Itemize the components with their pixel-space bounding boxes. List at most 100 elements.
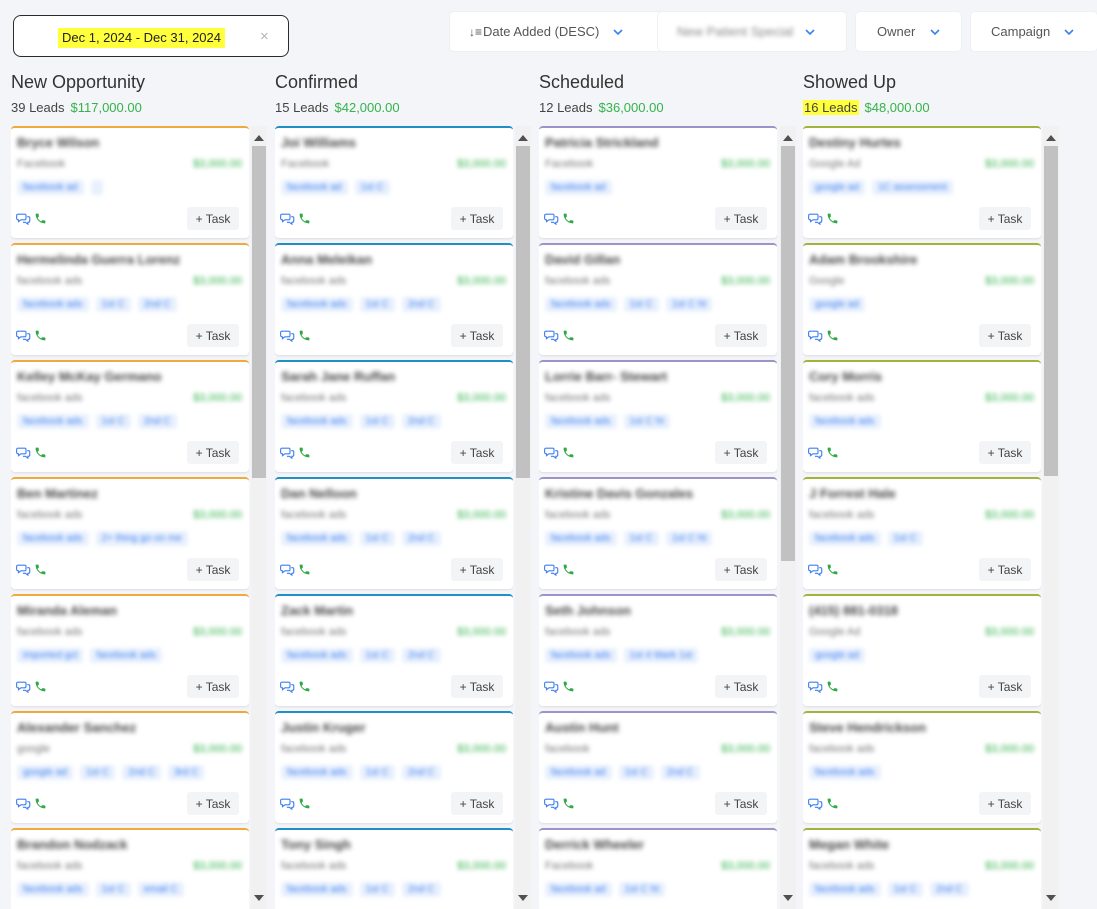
conversation-icon[interactable] <box>808 329 823 347</box>
opportunity-card[interactable]: Zack Martin facebook ads $3,000.00 facebook… <box>275 594 513 706</box>
opportunity-card[interactable]: Austin Hunt facebook $3,000.00 facebook ad 1… <box>539 711 777 823</box>
opportunity-card[interactable]: Kristine Davis Gonzales facebook ads $3,00… <box>539 477 777 589</box>
conversation-icon[interactable] <box>808 797 823 815</box>
card-list-confirmed[interactable]: Joi Williams Facebook $3,000.00 facebook ad… <box>275 126 513 909</box>
conversation-icon[interactable] <box>16 680 31 698</box>
contact-name[interactable]: Derrick Wheeler <box>545 837 644 852</box>
conversation-icon[interactable] <box>808 212 823 230</box>
scroll-up-icon[interactable] <box>518 135 528 141</box>
opportunity-card[interactable]: Brandon Nodzack facebook ads $3,000.00 face… <box>11 828 249 909</box>
contact-name[interactable]: Megan White <box>809 837 889 852</box>
contact-name[interactable]: Zack Martin <box>281 603 353 618</box>
conversation-icon[interactable] <box>808 563 823 581</box>
contact-name[interactable]: Kristine Davis Gonzales <box>545 486 693 501</box>
scroll-down-icon[interactable] <box>1046 895 1056 901</box>
conversation-icon[interactable] <box>280 797 295 815</box>
phone-icon[interactable] <box>826 680 839 698</box>
contact-name[interactable]: Cory Morris <box>809 369 882 384</box>
contact-name[interactable]: Hermelinda Guerra Lorenz <box>17 252 180 267</box>
phone-icon[interactable] <box>34 329 47 347</box>
add-task-button[interactable]: + Task <box>979 675 1031 698</box>
opportunity-card[interactable]: Patricia Strickland Facebook $3,000.00 face… <box>539 126 777 238</box>
opportunity-card[interactable]: Anna Meleikan facebook ads $3,000.00 facebo… <box>275 243 513 355</box>
contact-name[interactable]: Steve Hendrickson <box>809 720 926 735</box>
phone-icon[interactable] <box>562 329 575 347</box>
campaign-dropdown[interactable]: Campaign <box>971 12 1097 51</box>
contact-name[interactable]: Adam Brookshire <box>809 252 917 267</box>
conversation-icon[interactable] <box>16 212 31 230</box>
opportunity-card[interactable]: Lorrie Barr- Stewart facebook ads $3,000.0… <box>539 360 777 472</box>
phone-icon[interactable] <box>826 212 839 230</box>
opportunity-card[interactable]: Sarah Jane Ruffan facebook ads $3,000.00 fa… <box>275 360 513 472</box>
conversation-icon[interactable] <box>280 680 295 698</box>
add-task-button[interactable]: + Task <box>451 324 503 347</box>
column-scrollbar[interactable] <box>1043 126 1059 909</box>
conversation-icon[interactable] <box>280 446 295 464</box>
opportunity-card[interactable]: Megan White facebook ads $3,000.00 facebook… <box>803 828 1041 909</box>
add-task-button[interactable]: + Task <box>187 324 239 347</box>
column-scrollbar[interactable] <box>251 126 267 909</box>
opportunity-card[interactable]: Destiny Hurtes Google Ad $3,000.00 google a… <box>803 126 1041 238</box>
add-task-button[interactable]: + Task <box>187 675 239 698</box>
contact-name[interactable]: Destiny Hurtes <box>809 135 901 150</box>
contact-name[interactable]: Sarah Jane Ruffan <box>281 369 395 384</box>
phone-icon[interactable] <box>34 680 47 698</box>
add-task-button[interactable]: + Task <box>187 441 239 464</box>
phone-icon[interactable] <box>34 797 47 815</box>
opportunity-card[interactable]: Kelley McKay Germano facebook ads $3,000.0… <box>11 360 249 472</box>
opportunity-card[interactable]: Bryce Wilson Facebook $3,000.00 facebook ad… <box>11 126 249 238</box>
contact-name[interactable]: Dan Nelloon <box>281 486 357 501</box>
add-task-button[interactable]: + Task <box>715 675 767 698</box>
add-task-button[interactable]: + Task <box>715 207 767 230</box>
phone-icon[interactable] <box>298 680 311 698</box>
opportunity-card[interactable]: Joi Williams Facebook $3,000.00 facebook ad… <box>275 126 513 238</box>
opportunity-card[interactable]: David Gillan facebook ads $3,000.00 faceboo… <box>539 243 777 355</box>
contact-name[interactable]: (415) 881-0318 <box>809 603 898 618</box>
contact-name[interactable]: Patricia Strickland <box>545 135 658 150</box>
opportunity-card[interactable]: Hermelinda Guerra Lorenz facebook ads $3,0… <box>11 243 249 355</box>
phone-icon[interactable] <box>562 563 575 581</box>
phone-icon[interactable] <box>298 797 311 815</box>
add-task-button[interactable]: + Task <box>451 792 503 815</box>
conversation-icon[interactable] <box>16 563 31 581</box>
phone-icon[interactable] <box>298 446 311 464</box>
add-task-button[interactable]: + Task <box>979 207 1031 230</box>
phone-icon[interactable] <box>826 797 839 815</box>
phone-icon[interactable] <box>562 212 575 230</box>
conversation-icon[interactable] <box>544 563 559 581</box>
scroll-thumb[interactable] <box>781 146 795 561</box>
contact-name[interactable]: Anna Meleikan <box>281 252 372 267</box>
opportunity-card[interactable]: Alexander Sanchez google $3,000.00 google a… <box>11 711 249 823</box>
contact-name[interactable]: Justin Kruger <box>281 720 366 735</box>
conversation-icon[interactable] <box>544 446 559 464</box>
add-task-button[interactable]: + Task <box>979 558 1031 581</box>
contact-name[interactable]: Kelley McKay Germano <box>17 369 162 384</box>
contact-name[interactable]: Lorrie Barr- Stewart <box>545 369 667 384</box>
opportunity-card[interactable]: (415) 881-0318 Google Ad $3,000.00 google a… <box>803 594 1041 706</box>
conversation-icon[interactable] <box>280 329 295 347</box>
add-task-button[interactable]: + Task <box>715 441 767 464</box>
conversation-icon[interactable] <box>544 797 559 815</box>
column-scrollbar[interactable] <box>515 126 531 909</box>
column-scrollbar[interactable] <box>780 126 796 909</box>
conversation-icon[interactable] <box>808 680 823 698</box>
phone-icon[interactable] <box>298 329 311 347</box>
phone-icon[interactable] <box>34 446 47 464</box>
opportunity-card[interactable]: Derrick Wheeler Facebook $3,000.00 facebook… <box>539 828 777 909</box>
conversation-icon[interactable] <box>808 446 823 464</box>
scroll-down-icon[interactable] <box>783 895 793 901</box>
scroll-thumb[interactable] <box>252 146 266 478</box>
sort-dropdown[interactable]: ↓≡ Date Added (DESC) <box>450 12 676 51</box>
opportunity-card[interactable]: Cory Morris facebook ads $3,000.00 facebook… <box>803 360 1041 472</box>
conversation-icon[interactable] <box>544 212 559 230</box>
contact-name[interactable]: Alexander Sanchez <box>17 720 136 735</box>
add-task-button[interactable]: + Task <box>187 207 239 230</box>
scroll-down-icon[interactable] <box>518 895 528 901</box>
add-task-button[interactable]: + Task <box>715 558 767 581</box>
conversation-icon[interactable] <box>544 680 559 698</box>
pipeline-dropdown[interactable]: New Patient Special <box>658 12 846 51</box>
phone-icon[interactable] <box>562 797 575 815</box>
opportunity-card[interactable]: Steve Hendrickson facebook ads $3,000.00 fa… <box>803 711 1041 823</box>
scroll-up-icon[interactable] <box>1046 135 1056 141</box>
scroll-up-icon[interactable] <box>783 135 793 141</box>
